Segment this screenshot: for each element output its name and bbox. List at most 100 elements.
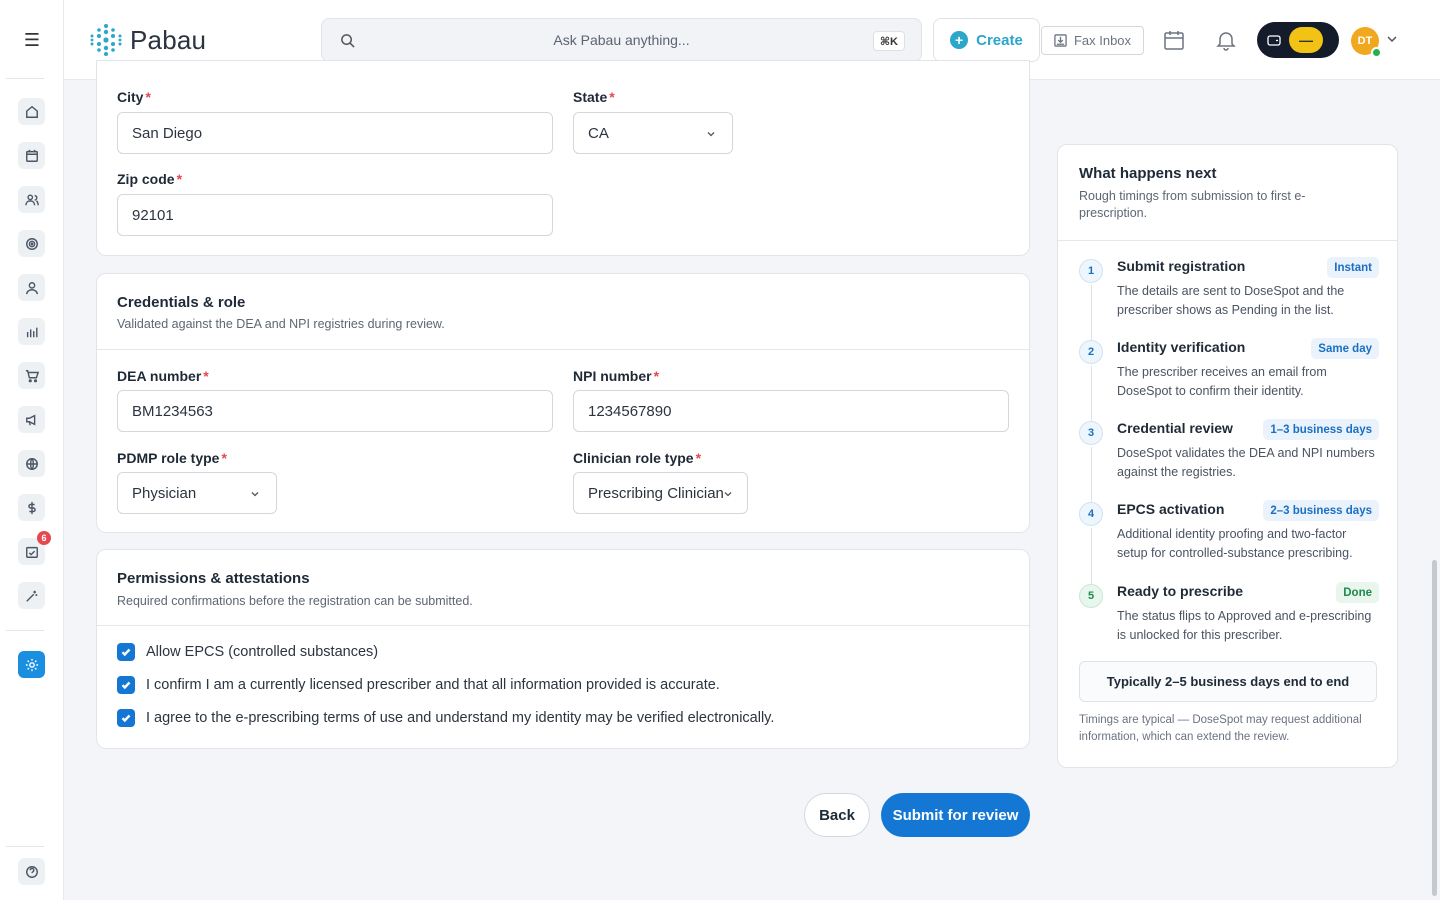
timeline-connector xyxy=(1091,528,1092,584)
sidebar-divider xyxy=(6,630,44,631)
target-icon[interactable] xyxy=(18,230,45,257)
calendar-icon[interactable] xyxy=(18,142,45,169)
what-happens-next-panel: What happens next Rough timings from sub… xyxy=(1057,144,1398,768)
calendar-icon[interactable] xyxy=(1162,28,1186,52)
page-scrollbar[interactable] xyxy=(1432,560,1437,896)
step-number: 5 xyxy=(1079,584,1103,608)
global-search[interactable]: Ask Pabau anything... ⌘K xyxy=(321,18,922,62)
avatar-initials: DT xyxy=(1357,35,1373,47)
checkbox-checked[interactable] xyxy=(117,709,135,727)
clients-icon[interactable] xyxy=(18,186,45,213)
panel-title: What happens next xyxy=(1079,165,1217,182)
permissions-section: Permissions & attestations Required conf… xyxy=(96,549,1030,749)
chevron-down-icon xyxy=(251,492,259,497)
user-avatar[interactable]: DT xyxy=(1351,27,1382,58)
step-description: The details are sent to DoseSpot and the… xyxy=(1117,284,1345,317)
cart-icon[interactable] xyxy=(18,362,45,389)
bell-icon[interactable] xyxy=(1214,28,1238,52)
checkbox-checked[interactable] xyxy=(117,643,135,661)
checkbox-label: Allow EPCS (controlled substances) xyxy=(146,644,379,660)
timeline-connector xyxy=(1091,366,1092,422)
npi-input[interactable]: 1234567890 xyxy=(573,390,1009,432)
brand-name: Pabau xyxy=(130,24,207,55)
step-description: DoseSpot validates the DEA and NPI numbe… xyxy=(1117,446,1375,479)
step-description: The prescriber receives an email from Do… xyxy=(1117,365,1327,398)
pdmp-label: PDMP role type * xyxy=(117,450,227,466)
online-status-dot xyxy=(1371,47,1382,58)
timing-summary: Typically 2–5 business days end to end xyxy=(1079,661,1377,702)
inbox-download-icon xyxy=(1054,34,1067,47)
submit-button[interactable]: Submit for review xyxy=(881,793,1030,837)
step-duration-badge: 1–3 business days xyxy=(1263,419,1379,440)
timeline-connector xyxy=(1091,447,1092,503)
step-title: Submit registration xyxy=(1117,258,1246,274)
checkbox-checked[interactable] xyxy=(117,676,135,694)
magic-wand-icon[interactable] xyxy=(18,582,45,609)
address-section: City * San Diego State * CA Zip code * 9210… xyxy=(96,60,1030,256)
zip-label: Zip code * xyxy=(117,171,183,187)
state-select[interactable]: CA xyxy=(573,112,733,154)
chevron-down-icon[interactable] xyxy=(1386,33,1398,45)
zip-input[interactable]: 92101 xyxy=(117,194,553,236)
globe-icon[interactable] xyxy=(18,450,45,477)
panel-divider xyxy=(1058,240,1397,241)
step-description: The status flips to Approved and e-presc… xyxy=(1117,609,1372,642)
fax-inbox-button[interactable]: Fax Inbox xyxy=(1041,26,1144,55)
city-input[interactable]: San Diego xyxy=(117,112,553,154)
back-button[interactable]: Back xyxy=(804,793,870,837)
step-duration-badge: Done xyxy=(1336,582,1379,603)
city-label: City * xyxy=(117,89,151,105)
wallet-icon xyxy=(1267,35,1281,46)
wallet-toggle[interactable]: — xyxy=(1257,22,1339,58)
step-duration-badge: Instant xyxy=(1327,257,1379,278)
create-label: Create xyxy=(976,31,1023,49)
home-icon[interactable] xyxy=(18,98,45,125)
left-sidebar: ☰ 6 xyxy=(0,0,64,900)
section-title: Credentials & role xyxy=(117,294,246,311)
sidebar-divider xyxy=(6,78,44,79)
timeline-connector xyxy=(1091,285,1092,341)
create-button[interactable]: + Create xyxy=(933,18,1040,62)
section-title: Permissions & attestations xyxy=(117,570,310,587)
panel-footnote: Timings are typical — DoseSpot may reque… xyxy=(1079,714,1362,743)
clinician-role-select[interactable]: Prescribing Clinician xyxy=(573,472,748,514)
brand-logo[interactable]: Pabau xyxy=(88,22,206,58)
step-title: Ready to prescribe xyxy=(1117,583,1244,599)
tasks-icon[interactable]: 6 xyxy=(18,531,51,565)
plus-icon: + xyxy=(950,31,969,49)
section-divider xyxy=(97,625,1029,626)
step-title: EPCS activation xyxy=(1117,501,1225,517)
search-shortcut: ⌘K xyxy=(872,31,905,51)
help-icon[interactable] xyxy=(18,858,45,885)
section-subtitle: Required confirmations before the regist… xyxy=(117,594,473,608)
npi-label: NPI number * xyxy=(573,368,660,384)
checkbox-row[interactable]: I agree to the e-prescribing terms of us… xyxy=(117,709,774,727)
checkbox-row[interactable]: Allow EPCS (controlled substances) xyxy=(117,643,378,661)
section-subtitle: Validated against the DEA and NPI regist… xyxy=(117,317,445,331)
menu-icon[interactable]: ☰ xyxy=(0,0,64,80)
step-duration-badge: Same day xyxy=(1311,338,1379,359)
checkbox-label: I confirm I am a currently licensed pres… xyxy=(146,677,720,693)
notification-badge: 6 xyxy=(37,531,51,545)
dea-input[interactable]: BM1234563 xyxy=(117,390,553,432)
chevron-down-icon xyxy=(707,132,715,137)
user-icon[interactable] xyxy=(18,274,45,301)
step-number: 3 xyxy=(1079,421,1103,445)
pdmp-role-select[interactable]: Physician xyxy=(117,472,277,514)
step-title: Credential review xyxy=(1117,420,1233,436)
clinician-label: Clinician role type * xyxy=(573,450,702,466)
credentials-section: Credentials & role Validated against the… xyxy=(96,273,1030,533)
sidebar-divider xyxy=(6,846,44,847)
dollar-icon[interactable] xyxy=(18,494,45,521)
settings-icon[interactable] xyxy=(18,651,45,678)
step-number: 2 xyxy=(1079,340,1103,364)
checkbox-row[interactable]: I confirm I am a currently licensed pres… xyxy=(117,676,720,694)
section-divider xyxy=(97,349,1029,350)
reports-icon[interactable] xyxy=(18,318,45,345)
state-label: State * xyxy=(573,89,615,105)
megaphone-icon[interactable] xyxy=(18,406,45,433)
minus-icon: — xyxy=(1289,27,1323,53)
panel-subtitle: Rough timings from submission to first e… xyxy=(1079,189,1306,220)
search-icon xyxy=(341,34,355,48)
step-number: 1 xyxy=(1079,259,1103,283)
